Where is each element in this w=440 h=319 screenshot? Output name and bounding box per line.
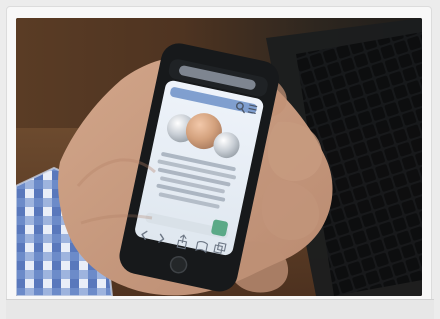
photo-scene bbox=[16, 18, 422, 296]
phone-photo bbox=[16, 18, 422, 296]
green-button[interactable] bbox=[211, 219, 229, 237]
bottom-strip bbox=[6, 299, 434, 319]
